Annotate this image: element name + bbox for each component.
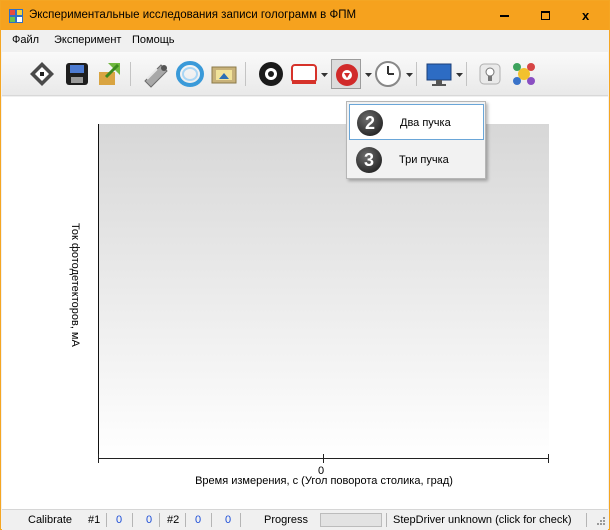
gear-icon: [259, 62, 283, 86]
menu-help[interactable]: Помощь: [132, 34, 175, 46]
folder-image-button[interactable]: [209, 59, 239, 89]
status-divider: [211, 513, 212, 527]
folder-image-icon: [211, 66, 237, 84]
clock-dial-icon: [375, 61, 401, 87]
window-title: Экспериментальные исследования записи го…: [29, 9, 357, 21]
dropdown-item-three-beams[interactable]: 3 Три пучка: [349, 142, 484, 178]
laser-device-button[interactable]: [141, 59, 171, 89]
monitor-button[interactable]: [424, 59, 454, 89]
status-divider: [159, 513, 160, 527]
dropdown-item-label: Два пучка: [400, 117, 451, 129]
minimize-button[interactable]: [484, 1, 525, 30]
monitor-icon: [426, 63, 452, 86]
calibrate-link[interactable]: Calibrate: [28, 514, 72, 526]
toolbar-separator: [245, 62, 246, 86]
dropdown-arrow-icon[interactable]: [365, 71, 372, 78]
hologram-plate-button[interactable]: [289, 59, 319, 89]
number-two-icon: 2: [357, 110, 383, 136]
floppy-disk-button[interactable]: [27, 59, 57, 89]
close-icon: x: [582, 8, 590, 23]
laser-device-icon: [144, 64, 168, 88]
lens-ring-button[interactable]: [175, 59, 205, 89]
main-window: Экспериментальные исследования записи го…: [0, 0, 610, 530]
channel2-value-b: 0: [225, 514, 232, 526]
dropdown-arrow-icon[interactable]: [406, 71, 413, 78]
molecule-icon: [513, 63, 535, 85]
bulb-button[interactable]: [475, 59, 505, 89]
channel1-label: #1: [88, 514, 101, 526]
beam-mode-button[interactable]: [331, 59, 361, 89]
x-axis-label: Время измерения, с (Угол поворота столик…: [195, 475, 453, 487]
export-arrow-icon: [99, 63, 120, 85]
close-button[interactable]: x: [567, 1, 608, 30]
lens-ring-icon: [176, 61, 204, 87]
save-disk-icon: [66, 63, 88, 85]
save-disk-button[interactable]: [62, 59, 92, 89]
molecule-button[interactable]: [509, 59, 539, 89]
y-axis-label: Ток фотодетекторов, мА: [69, 223, 81, 347]
dropdown-arrow-icon[interactable]: [456, 71, 463, 78]
maximize-button[interactable]: [525, 1, 566, 30]
status-bar: Calibrate #1 0 0 #2 0 0 Progress StepDri…: [2, 509, 608, 530]
toolbar-separator: [416, 62, 417, 86]
progress-bar: [320, 513, 382, 527]
status-divider: [240, 513, 241, 527]
stepdriver-status-link[interactable]: StepDriver unknown (click for check): [393, 514, 572, 526]
x-axis-tick-left: [98, 454, 99, 463]
bulb-icon: [479, 63, 501, 85]
channel2-label: #2: [167, 514, 180, 526]
beam-red-circle-icon: [336, 64, 358, 86]
progress-label: Progress: [264, 514, 309, 526]
toolbar-separator: [466, 62, 467, 86]
hologram-plate-icon: [291, 64, 317, 84]
x-axis-tick-right: [548, 454, 549, 463]
export-button[interactable]: [94, 59, 124, 89]
title-bar[interactable]: Экспериментальные исследования записи го…: [1, 1, 609, 30]
maximize-icon: [541, 11, 550, 20]
dropdown-arrow-icon[interactable]: [321, 71, 328, 78]
resize-grip-icon[interactable]: [596, 516, 606, 526]
beam-count-dropdown: 2 Два пучка 3 Три пучка: [346, 101, 486, 179]
channel2-value-a: 0: [195, 514, 202, 526]
floppy-disk-icon: [30, 62, 54, 86]
status-divider: [586, 513, 587, 527]
dropdown-item-label: Три пучка: [399, 154, 449, 166]
number-three-icon: 3: [356, 147, 382, 173]
status-divider: [386, 513, 387, 527]
channel1-value-b: 0: [146, 514, 153, 526]
app-icon: [9, 9, 23, 23]
menu-file[interactable]: Файл: [12, 34, 39, 46]
settings-button[interactable]: [256, 59, 286, 89]
status-divider: [132, 513, 133, 527]
status-divider: [185, 513, 186, 527]
toolbar-separator: [130, 62, 131, 86]
toolbar: [2, 52, 608, 96]
dropdown-item-two-beams[interactable]: 2 Два пучка: [349, 104, 484, 140]
status-divider: [106, 513, 107, 527]
minimize-icon: [500, 15, 509, 17]
x-axis-tick-zero: [323, 454, 324, 463]
channel1-value-a: 0: [116, 514, 123, 526]
menu-experiment[interactable]: Эксперимент: [54, 34, 121, 46]
menu-bar: Файл Эксперимент Помощь: [2, 30, 608, 52]
timer-button[interactable]: [373, 59, 403, 89]
